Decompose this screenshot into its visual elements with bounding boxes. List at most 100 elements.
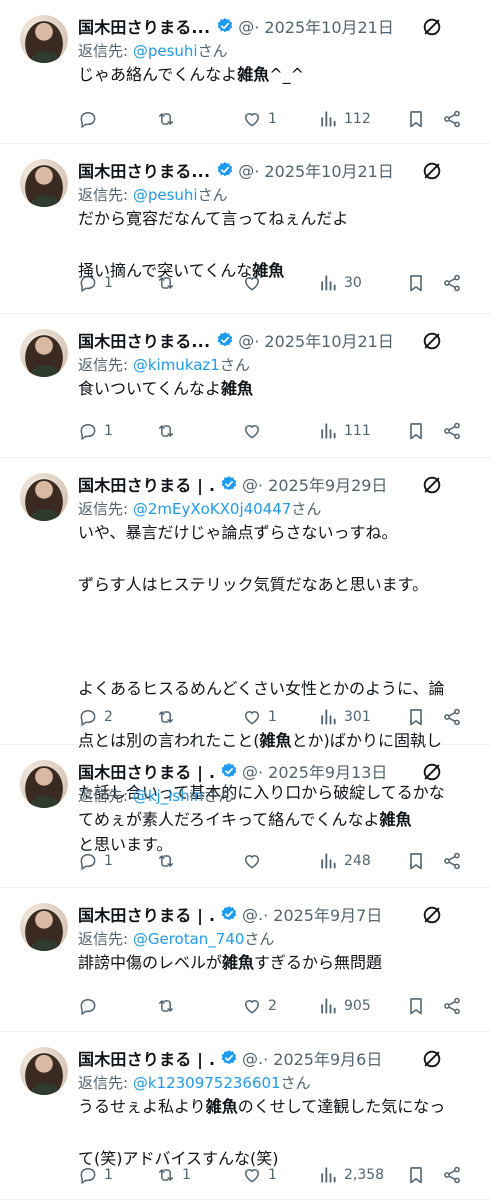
- bookmark-button[interactable]: [406, 109, 442, 129]
- reply-button[interactable]: 1: [78, 273, 156, 293]
- views-button[interactable]: 111: [318, 421, 406, 441]
- share-button[interactable]: [442, 707, 466, 727]
- grok-icon[interactable]: [421, 904, 443, 926]
- avatar[interactable]: [20, 760, 68, 808]
- reply-to-mention[interactable]: @pesuhi: [133, 42, 198, 60]
- display-name[interactable]: 国木田さりまる | ...: [78, 472, 214, 496]
- views-button[interactable]: 248: [318, 851, 406, 871]
- bookmark-button[interactable]: [406, 273, 442, 293]
- grok-icon[interactable]: [421, 474, 443, 496]
- grok-icon[interactable]: [421, 761, 443, 783]
- tweet-date[interactable]: · 2025年10月21日: [254, 158, 394, 182]
- retweet-button[interactable]: [156, 851, 242, 871]
- username-handle[interactable]: @: [238, 161, 254, 180]
- like-button[interactable]: [242, 421, 318, 441]
- like-button[interactable]: 1: [242, 109, 318, 129]
- tweet-date[interactable]: · 2025年9月13日: [258, 759, 387, 783]
- retweet-button[interactable]: [156, 707, 242, 727]
- avatar-figure: [30, 796, 60, 808]
- tweet-date[interactable]: · 2025年9月6日: [263, 1046, 382, 1070]
- reply-button[interactable]: 1: [78, 421, 156, 441]
- retweet-button[interactable]: 1: [156, 1165, 242, 1185]
- reply-button[interactable]: 1: [78, 851, 156, 871]
- reply-icon: [78, 996, 98, 1016]
- tweet-item[interactable]: 国木田さりまる | ... @ · 2025年9月29日 返信先: @2mEyX…: [0, 458, 491, 854]
- verified-badge-icon: [220, 905, 238, 923]
- like-button[interactable]: 1: [242, 707, 318, 727]
- views-count: 301: [344, 709, 371, 725]
- views-button[interactable]: 30: [318, 273, 406, 293]
- username-handle[interactable]: @: [238, 17, 254, 36]
- reply-to-mention[interactable]: @k1230975236601: [133, 1074, 281, 1092]
- bookmark-button[interactable]: [406, 996, 442, 1016]
- reply-to-mention[interactable]: @Gerotan_740: [133, 930, 245, 948]
- like-button[interactable]: [242, 851, 318, 871]
- tweet-date[interactable]: · 2025年10月21日: [254, 328, 394, 352]
- display-name[interactable]: 国木田さりまる...: [78, 328, 210, 352]
- bookmark-icon: [406, 273, 426, 293]
- share-button[interactable]: [442, 851, 466, 871]
- tweet-item[interactable]: 国木田さりまる... @ · 2025年10月21日 返信先: @pesuhiさ…: [0, 144, 491, 314]
- avatar-figure: [30, 51, 60, 63]
- tweet-item[interactable]: 国木田さりまる | ... @. · 2025年9月6日 返信先: @k1230…: [0, 1032, 491, 1200]
- share-button[interactable]: [442, 421, 466, 441]
- reply-to-mention[interactable]: @pesuhi: [133, 186, 198, 204]
- bookmark-button[interactable]: [406, 421, 442, 441]
- display-name[interactable]: 国木田さりまる | ...: [78, 759, 214, 783]
- share-button[interactable]: [442, 996, 466, 1016]
- retweet-button[interactable]: [156, 109, 242, 129]
- grok-icon[interactable]: [421, 16, 443, 38]
- avatar[interactable]: [20, 15, 68, 63]
- tweet-date[interactable]: · 2025年9月29日: [258, 472, 387, 496]
- avatar[interactable]: [20, 903, 68, 951]
- username-handle[interactable]: @.: [242, 1049, 263, 1068]
- display-name[interactable]: 国木田さりまる...: [78, 158, 210, 182]
- grok-icon[interactable]: [421, 1048, 443, 1070]
- tweet-item[interactable]: 国木田さりまる... @ · 2025年10月21日 返信先: @kimukaz…: [0, 314, 491, 458]
- retweet-button[interactable]: [156, 273, 242, 293]
- share-button[interactable]: [442, 109, 466, 129]
- reply-to-label: 返信先:: [78, 1074, 129, 1092]
- like-button[interactable]: 1: [242, 1165, 318, 1185]
- bookmark-button[interactable]: [406, 851, 442, 871]
- tweet-item[interactable]: 国木田さりまる | ... @ · 2025年9月13日 返信先: @kj_is…: [0, 745, 491, 888]
- reply-button[interactable]: 1: [78, 1165, 156, 1185]
- like-button[interactable]: [242, 273, 318, 293]
- views-button[interactable]: 905: [318, 996, 406, 1016]
- reply-button[interactable]: [78, 109, 156, 129]
- reply-button[interactable]: [78, 996, 156, 1016]
- username-handle[interactable]: @: [242, 475, 258, 494]
- views-icon: [318, 707, 338, 727]
- avatar[interactable]: [20, 473, 68, 521]
- bookmark-button[interactable]: [406, 1165, 442, 1185]
- username-handle[interactable]: @: [238, 331, 254, 350]
- grok-icon[interactable]: [421, 330, 443, 352]
- views-button[interactable]: 2,358: [318, 1165, 406, 1185]
- tweet-date[interactable]: · 2025年10月21日: [254, 14, 394, 38]
- avatar[interactable]: [20, 1047, 68, 1095]
- share-button[interactable]: [442, 1165, 466, 1185]
- views-button[interactable]: 112: [318, 109, 406, 129]
- views-button[interactable]: 301: [318, 707, 406, 727]
- retweet-icon: [156, 996, 176, 1016]
- tweet-item[interactable]: 国木田さりまる | ... @. · 2025年9月7日 返信先: @Gerot…: [0, 888, 491, 1032]
- reply-to-mention[interactable]: @2mEyXoKX0j40447: [133, 500, 292, 518]
- display-name[interactable]: 国木田さりまる | ...: [78, 1046, 214, 1070]
- reply-to-mention[interactable]: @kj_ishin: [133, 787, 204, 805]
- tweet-date[interactable]: · 2025年9月7日: [263, 902, 382, 926]
- tweet-item[interactable]: 国木田さりまる... @ · 2025年10月21日 返信先: @pesuhiさ…: [0, 0, 491, 144]
- share-button[interactable]: [442, 273, 466, 293]
- retweet-button[interactable]: [156, 996, 242, 1016]
- username-handle[interactable]: @.: [242, 905, 263, 924]
- reply-to-mention[interactable]: @kimukaz1: [133, 356, 220, 374]
- display-name[interactable]: 国木田さりまる...: [78, 14, 210, 38]
- username-handle[interactable]: @: [242, 762, 258, 781]
- reply-button[interactable]: 2: [78, 707, 156, 727]
- display-name[interactable]: 国木田さりまる | ...: [78, 902, 214, 926]
- avatar[interactable]: [20, 159, 68, 207]
- bookmark-button[interactable]: [406, 707, 442, 727]
- retweet-button[interactable]: [156, 421, 242, 441]
- avatar[interactable]: [20, 329, 68, 377]
- like-button[interactable]: 2: [242, 996, 318, 1016]
- grok-icon[interactable]: [421, 160, 443, 182]
